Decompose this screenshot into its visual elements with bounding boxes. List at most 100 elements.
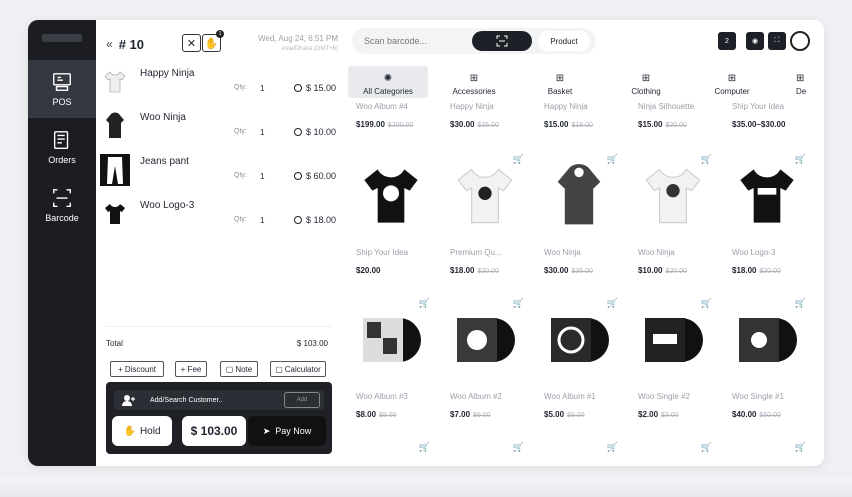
hold-button[interactable]: ✋ Hold: [112, 416, 172, 446]
product-name: Woo Logo-3: [732, 248, 776, 257]
qty-value[interactable]: 1: [260, 128, 264, 137]
product-card[interactable]: 🛒: [536, 438, 622, 466]
product-image: [540, 154, 618, 238]
product-image: [446, 298, 524, 382]
cart-item[interactable]: Woo Ninja Qty: 1 $ 10.00: [100, 108, 336, 148]
avatar[interactable]: [790, 31, 810, 51]
add-to-cart-icon[interactable]: 🛒: [513, 442, 524, 453]
product-card[interactable]: 🛒 Woo Single #1 $40.00 $50.00: [724, 294, 810, 428]
hand-icon: ✋: [123, 425, 136, 437]
price-text: $40.00: [732, 410, 757, 419]
product-card[interactable]: 🛒: [442, 438, 528, 466]
add-to-cart-icon[interactable]: 🛒: [513, 298, 524, 309]
add-to-cart-icon[interactable]: 🛒: [701, 154, 712, 165]
add-to-cart-icon[interactable]: 🛒: [701, 442, 712, 453]
grid-icon: ⊞: [727, 73, 737, 84]
product-card[interactable]: 🛒 Woo Logo-3 $18.00 $20.00: [724, 150, 810, 284]
cart-item[interactable]: Happy Ninja Qty: 1 $ 15.00: [100, 64, 336, 104]
calculator-button[interactable]: ▢ Calculator: [270, 361, 326, 377]
clear-cart-button[interactable]: ✕: [182, 34, 201, 52]
product-card[interactable]: 🛒 Woo Ninja $30.00 $35.00: [536, 150, 622, 284]
category-computer[interactable]: ⊞ Computer: [692, 66, 772, 98]
add-to-cart-icon[interactable]: 🛒: [607, 298, 618, 309]
add-to-cart-icon[interactable]: 🛒: [419, 298, 430, 309]
product-price: $10.00 $20.00: [638, 266, 687, 275]
album-icon: [457, 318, 515, 362]
calculator-icon: ▢: [275, 364, 283, 374]
add-to-cart-icon[interactable]: 🛒: [795, 154, 806, 165]
cart-item[interactable]: Woo Logo-3 Qty: 1 $ 18.00: [100, 196, 336, 236]
product-card[interactable]: 🛒: [348, 438, 434, 466]
qty-value[interactable]: 1: [260, 216, 264, 225]
add-to-cart-icon[interactable]: 🛒: [419, 442, 430, 453]
cart-item-name: Woo Logo-3: [140, 200, 195, 211]
category-accessories[interactable]: ⊞ Accessories: [434, 66, 514, 98]
cart-item[interactable]: Jeans pant Qty: 1 $ 60.00: [100, 152, 336, 192]
category-all[interactable]: ✺ All Categories: [348, 66, 428, 98]
tshirt-icon: [645, 168, 701, 224]
clock-icon: [293, 128, 302, 136]
hold-label: Hold: [139, 425, 161, 437]
add-to-cart-icon[interactable]: 🛒: [513, 154, 524, 165]
old-price: $35.00: [571, 268, 593, 275]
album-icon: [551, 318, 609, 362]
product-card[interactable]: Woo Album #4 $199.00 $200.00: [348, 100, 434, 140]
category-basket[interactable]: ⊞ Basket: [520, 66, 600, 98]
product-card[interactable]: 🛒 Woo Ninja $10.00 $20.00: [630, 150, 716, 284]
category-clothing[interactable]: ⊞ Clothing: [606, 66, 686, 98]
collapse-icon[interactable]: «: [106, 37, 113, 51]
product-image: [352, 298, 430, 382]
category-label: Basket: [547, 87, 573, 96]
category-more[interactable]: ⊞ De: [778, 66, 824, 98]
hold-orders-button[interactable]: ✋ 1: [202, 30, 224, 52]
fullscreen-button[interactable]: ⛶: [768, 32, 786, 50]
product-mode-button[interactable]: Product: [538, 31, 590, 51]
add-to-cart-icon[interactable]: 🛒: [607, 154, 618, 165]
counter-button[interactable]: 2: [718, 32, 736, 50]
product-card[interactable]: 🛒 Woo Album #2 $7.00 $9.00: [442, 294, 528, 428]
add-to-cart-icon[interactable]: 🛒: [607, 442, 618, 453]
cart-item-name: Jeans pant: [140, 156, 189, 167]
product-card[interactable]: Ship Your Idea $20.00: [348, 150, 434, 284]
qty-label: Qty:: [234, 128, 247, 135]
wifi-icon: ◉: [751, 38, 759, 45]
product-card[interactable]: 🛒: [630, 438, 716, 466]
product-card[interactable]: 🛒 Premium Qu... $18.00 $20.00: [442, 150, 528, 284]
album-icon: [739, 318, 797, 362]
sidebar-item-orders[interactable]: Orders: [28, 118, 96, 176]
add-to-cart-icon[interactable]: 🛒: [701, 298, 712, 309]
tshirt-icon: [740, 169, 794, 223]
search-bar[interactable]: Scan barcode... Product: [352, 28, 596, 54]
wifi-button[interactable]: ◉: [746, 32, 764, 50]
add-customer-button[interactable]: Add: [284, 392, 320, 408]
sidebar-item-barcode[interactable]: Barcode: [28, 176, 96, 234]
pos-icon: [53, 73, 71, 91]
product-card[interactable]: Ninja Silhouette $15.00 $20.00: [630, 100, 716, 140]
old-price: $50.00: [759, 412, 781, 419]
fee-button[interactable]: + Fee: [175, 361, 207, 377]
pay-now-button[interactable]: ➤ Pay Now: [248, 416, 326, 446]
note-button[interactable]: ▢ Note: [220, 361, 258, 377]
product-image: [540, 298, 618, 382]
qty-value[interactable]: 1: [260, 172, 264, 181]
hand-icon: ✋: [204, 37, 219, 50]
old-price: $200.00: [387, 122, 414, 129]
customer-search[interactable]: Add/Search Customer.. Add: [114, 390, 324, 410]
fullscreen-icon: ⛶: [774, 37, 780, 44]
add-to-cart-icon[interactable]: 🛒: [795, 298, 806, 309]
sidebar-item-pos[interactable]: POS: [28, 60, 96, 118]
product-card[interactable]: 🛒 Woo Album #3 $8.00 $9.00: [348, 294, 434, 428]
product-card[interactable]: 🛒: [724, 438, 810, 466]
qty-value[interactable]: 1: [260, 84, 264, 93]
product-card[interactable]: 🛒 Woo Single #2 $2.00 $3.00: [630, 294, 716, 428]
search-input[interactable]: Scan barcode...: [364, 36, 427, 46]
product-card[interactable]: Happy Ninja $30.00 $35.00: [442, 100, 528, 140]
product-card[interactable]: Ship Your Idea $35.00–$30.00: [724, 100, 820, 140]
add-to-cart-icon[interactable]: 🛒: [795, 442, 806, 453]
product-price: $8.00 $9.00: [356, 410, 397, 419]
discount-button[interactable]: + Discount: [110, 361, 164, 377]
product-card[interactable]: Happy Ninja $15.00 $18.00: [536, 100, 622, 140]
old-price: $18.00: [571, 122, 593, 129]
product-card[interactable]: 🛒 Woo Album #1 $5.00 $9.00: [536, 294, 622, 428]
scan-mode-button[interactable]: [472, 31, 532, 51]
